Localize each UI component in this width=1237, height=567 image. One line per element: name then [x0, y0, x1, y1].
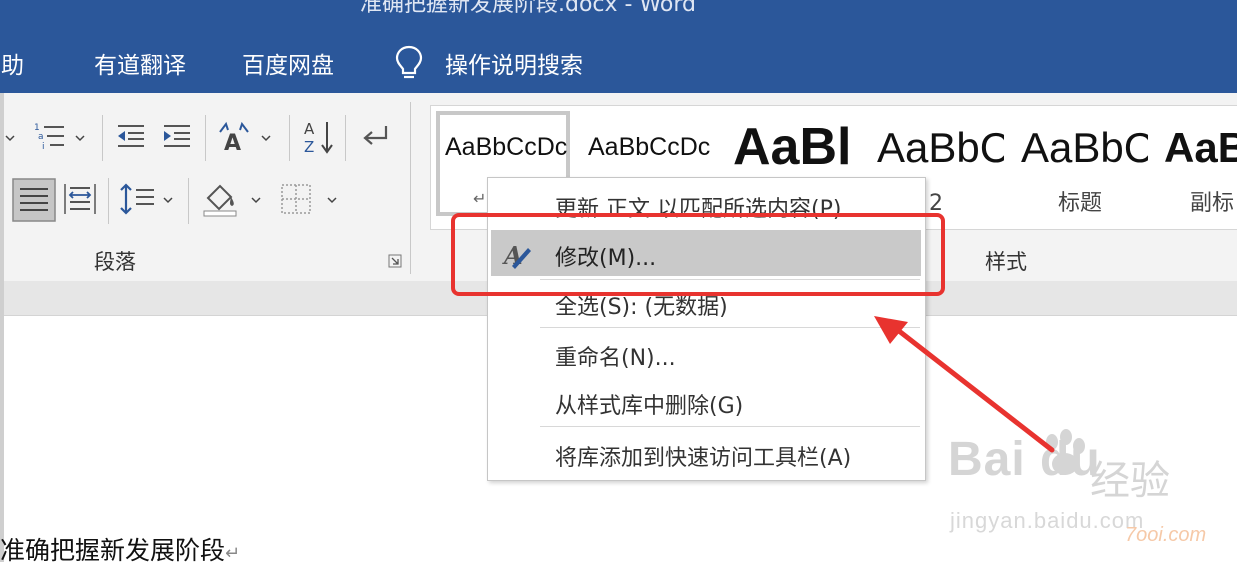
annotation-arrow	[874, 316, 1055, 453]
ribbon-separator	[188, 178, 189, 224]
svg-text:a: a	[38, 132, 44, 142]
watermark-url: jingyan.baidu.com	[950, 508, 1145, 533]
justify-align-icon[interactable]	[12, 178, 56, 222]
line-spacing-icon[interactable]	[118, 182, 158, 216]
style-label-subtitle: 副标	[1190, 191, 1235, 216]
watermark-site: 7ooi.com	[1125, 524, 1207, 546]
dialog-launcher-icon[interactable]	[388, 254, 402, 268]
tab-baidu-pan[interactable]: 百度网盘	[242, 46, 334, 80]
paragraph-group-label: 段落	[94, 250, 136, 274]
shading-bucket-icon[interactable]	[200, 178, 240, 218]
tab-youdao-translate[interactable]: 有道翻译	[94, 46, 186, 80]
sort-icon[interactable]: A Z	[300, 118, 336, 156]
document-text: 准确把握新发展阶段	[0, 536, 226, 565]
style-sample-subtitle[interactable]: AaB	[1164, 124, 1237, 172]
svg-text:A: A	[224, 131, 241, 154]
chevron-down-icon[interactable]	[162, 194, 174, 206]
asian-layout-icon[interactable]: A	[216, 120, 252, 154]
style-sample-heading-2[interactable]: AaBbC	[877, 124, 1004, 172]
menu-item-rename[interactable]: 重命名(N)...	[555, 340, 676, 372]
decrease-indent-icon[interactable]	[114, 122, 148, 150]
distributed-align-icon[interactable]	[62, 182, 98, 216]
chevron-down-icon[interactable]	[4, 132, 16, 144]
lightbulb-icon[interactable]	[393, 44, 425, 82]
ribbon-separator	[289, 115, 290, 161]
chevron-down-icon[interactable]	[326, 194, 338, 206]
ribbon-separator	[102, 115, 103, 161]
style-sample-title[interactable]: AaBbC	[1021, 124, 1148, 172]
watermark-brand: 经验	[1090, 458, 1170, 504]
chevron-down-icon[interactable]	[74, 132, 86, 144]
borders-icon[interactable]	[280, 183, 312, 215]
ribbon-separator	[345, 115, 346, 161]
window-title: 准确把握新发展阶段.docx - Word	[360, 0, 697, 17]
svg-text:Z: Z	[304, 138, 314, 156]
title-bar: 准确把握新发展阶段.docx - Word 帮助 有道翻译 百度网盘 操作说明搜…	[0, 0, 1237, 93]
tell-me-search[interactable]: 操作说明搜索	[445, 46, 583, 80]
numbered-list-icon[interactable]: 1 a i	[32, 120, 68, 152]
menu-item-remove-from-gallery[interactable]: 从样式库中删除(G)	[555, 388, 743, 420]
show-paragraph-marks-icon[interactable]	[356, 120, 392, 154]
style-normal-label: ↵	[473, 189, 487, 208]
paragraph-mark: ↵	[225, 543, 241, 564]
increase-indent-icon[interactable]	[160, 122, 194, 150]
style-sample-heading-1[interactable]: AaBl	[733, 117, 857, 177]
svg-text:i: i	[42, 142, 45, 152]
styles-group-label: 样式	[985, 250, 1027, 274]
ribbon-separator	[205, 115, 206, 161]
tab-help[interactable]: 帮助	[0, 46, 24, 80]
highlight-box	[451, 213, 945, 296]
style-sample-normal[interactable]: AaBbCcDc	[445, 133, 568, 162]
svg-text:A: A	[304, 120, 315, 138]
chevron-down-icon[interactable]	[250, 194, 262, 206]
ribbon-separator	[410, 102, 411, 274]
style-label-title: 标题	[1058, 191, 1103, 216]
ribbon-separator	[108, 178, 109, 224]
menu-item-add-to-quick-access[interactable]: 将库添加到快速访问工具栏(A)	[555, 440, 851, 472]
style-sample-no-spacing[interactable]: AaBbCcDc	[588, 133, 712, 162]
chevron-down-icon[interactable]	[260, 132, 272, 144]
